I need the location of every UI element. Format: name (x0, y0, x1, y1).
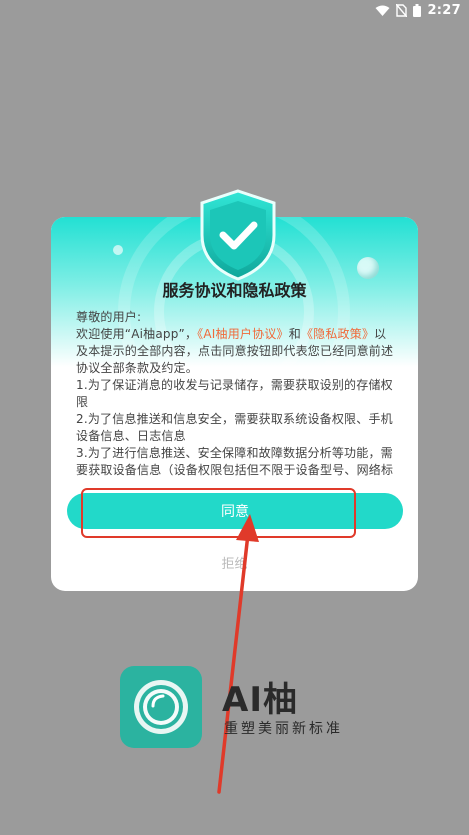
privacy-policy-link[interactable]: 《隐私政策》 (301, 327, 374, 341)
dialog-content[interactable]: 尊敬的用户: 欢迎使用“Ai柚app”，《AI柚用户协议》和《隐私政策》以及本提… (76, 309, 396, 481)
reject-button[interactable]: 拒绝 (51, 553, 418, 572)
status-time: 2:27 (427, 3, 461, 18)
status-icons: 2:27 (375, 3, 461, 18)
greeting-text: 尊敬的用户: (76, 310, 142, 324)
brand-slogan: 重塑美丽新标准 (224, 721, 343, 737)
permission-item-1: 1.为了保证消息的收发与记录储存，需要获取设别的存储权限 (76, 378, 393, 409)
status-bar: 2:27 (0, 0, 469, 24)
app-logo (120, 666, 202, 748)
no-sim-icon (396, 4, 408, 17)
intro-and: 和 (288, 327, 301, 341)
lens-icon (134, 680, 188, 734)
permission-item-2: 2.为了信息推送和信息安全，需要获取系统设备权限、手机设备信息、日志信息 (76, 412, 393, 443)
brand-name: AI柚 (222, 680, 298, 720)
battery-icon (413, 4, 422, 17)
dialog-title: 服务协议和隐私政策 (162, 281, 307, 300)
shield-check-icon (200, 189, 276, 281)
permission-item-3: 3.为了进行信息推送、安全保障和故障数据分析等功能，需要获取设备信息（设备权限包… (76, 446, 394, 477)
intro-prefix: 欢迎使用“Ai柚app”， (76, 327, 198, 341)
annotation-highlight-box (81, 488, 356, 538)
intro-paragraph: 欢迎使用“Ai柚app”，《AI柚用户协议》和《隐私政策》以及本提示的全部内容，… (76, 326, 396, 377)
wifi-icon (375, 5, 390, 16)
user-agreement-link[interactable]: 《AI柚用户协议》 (197, 327, 289, 341)
